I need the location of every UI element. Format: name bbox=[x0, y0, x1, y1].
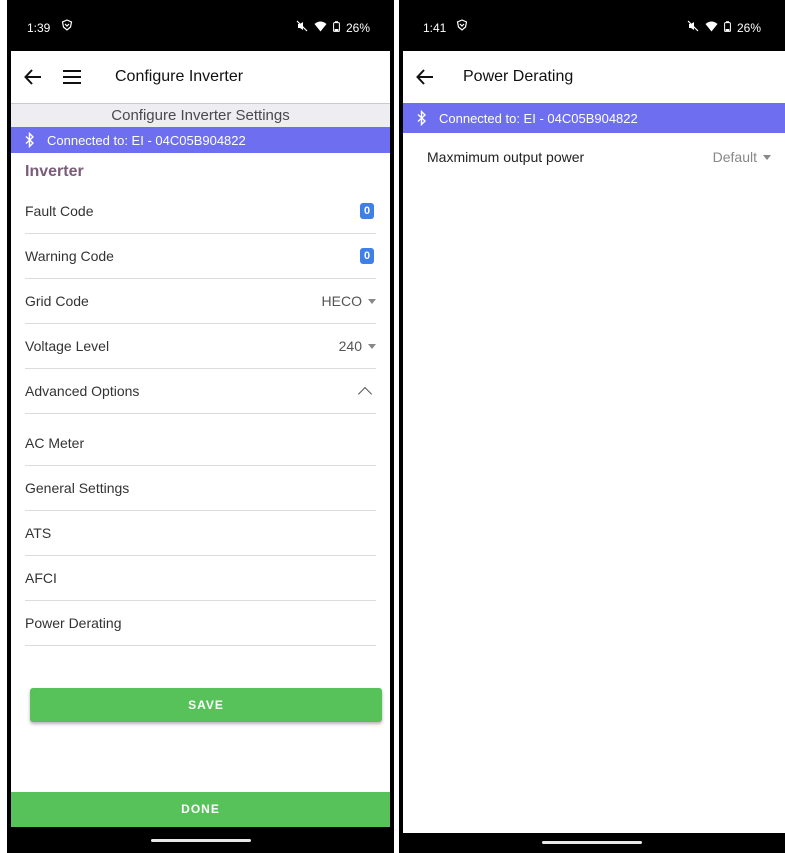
vpn-icon bbox=[61, 19, 73, 34]
dropdown-caret-icon bbox=[763, 154, 771, 160]
bluetooth-icon bbox=[417, 110, 427, 126]
max-output-power-row[interactable]: Maxmimum output power Default bbox=[427, 133, 771, 181]
advanced-options-row[interactable]: Advanced Options bbox=[25, 369, 376, 414]
save-button[interactable]: SAVE bbox=[30, 688, 382, 722]
grid-code-value: HECO bbox=[321, 293, 362, 309]
section-title-inverter: Inverter bbox=[25, 163, 84, 180]
option-ac-meter[interactable]: AC Meter bbox=[25, 414, 376, 466]
fault-code-badge: 0 bbox=[360, 203, 374, 219]
battery-icon bbox=[724, 20, 731, 35]
warning-code-row: Warning Code 0 bbox=[25, 234, 376, 279]
mute-icon bbox=[296, 20, 308, 35]
grid-code-label: Grid Code bbox=[25, 293, 89, 309]
app-bar: Power Derating bbox=[403, 51, 785, 103]
voltage-level-select[interactable]: 240 bbox=[339, 338, 376, 354]
right-phone-screen: 1:41 26% Power Derating Connected to: EI… bbox=[399, 0, 785, 853]
grid-code-row[interactable]: Grid Code HECO bbox=[25, 279, 376, 324]
mute-icon bbox=[687, 20, 699, 35]
configure-inverter-screen: Configure Inverter Configure Inverter Se… bbox=[11, 51, 390, 827]
advanced-options-label: Advanced Options bbox=[25, 383, 140, 399]
voltage-level-row[interactable]: Voltage Level 240 bbox=[25, 324, 376, 369]
wifi-icon bbox=[705, 21, 718, 35]
vpn-icon bbox=[456, 19, 468, 34]
option-power-derating[interactable]: Power Derating bbox=[25, 601, 376, 646]
home-handle[interactable] bbox=[542, 841, 642, 844]
voltage-level-value: 240 bbox=[338, 338, 362, 354]
status-time: 1:41 bbox=[423, 21, 447, 35]
option-label: AFCI bbox=[25, 570, 57, 586]
gesture-navigation-bar bbox=[399, 833, 785, 853]
max-output-power-label: Maxmimum output power bbox=[427, 149, 585, 165]
wifi-icon bbox=[314, 21, 327, 35]
option-afci[interactable]: AFCI bbox=[25, 556, 376, 601]
grid-code-select[interactable]: HECO bbox=[322, 293, 376, 309]
warning-code-badge: 0 bbox=[360, 248, 374, 264]
hamburger-menu-icon[interactable] bbox=[63, 70, 87, 84]
option-label: AC Meter bbox=[25, 435, 85, 451]
status-icons: 26% bbox=[687, 20, 761, 35]
app-bar: Configure Inverter bbox=[11, 51, 390, 103]
option-general-settings[interactable]: General Settings bbox=[25, 466, 376, 511]
chevron-up-icon[interactable] bbox=[357, 386, 373, 402]
done-button[interactable]: DONE bbox=[11, 792, 390, 827]
dropdown-caret-icon bbox=[368, 343, 376, 349]
battery-icon bbox=[333, 20, 340, 35]
status-time: 1:39 bbox=[27, 21, 51, 35]
option-label: Power Derating bbox=[25, 615, 122, 631]
status-icons: 26% bbox=[296, 20, 370, 35]
max-output-power-value: Default bbox=[712, 149, 757, 165]
status-bar: 1:41 26% bbox=[399, 0, 785, 51]
home-handle[interactable] bbox=[150, 839, 251, 842]
option-label: ATS bbox=[25, 525, 52, 541]
option-label: General Settings bbox=[25, 480, 130, 496]
fault-code-row: Fault Code 0 bbox=[25, 189, 376, 234]
fault-code-label: Fault Code bbox=[25, 203, 94, 219]
voltage-level-label: Voltage Level bbox=[25, 338, 110, 354]
bluetooth-icon bbox=[25, 132, 35, 148]
battery-percent: 26% bbox=[736, 20, 761, 35]
page-title: Power Derating bbox=[463, 68, 574, 85]
max-output-power-select[interactable]: Default bbox=[713, 149, 771, 165]
connection-status-bar: Connected to: EI - 04C05B904822 bbox=[11, 127, 390, 153]
connection-status-bar: Connected to: EI - 04C05B904822 bbox=[403, 103, 785, 133]
settings-subtitle: Configure Inverter Settings bbox=[11, 103, 390, 127]
dropdown-caret-icon bbox=[368, 298, 376, 304]
warning-code-label: Warning Code bbox=[25, 248, 114, 264]
connection-status-text: Connected to: EI - 04C05B904822 bbox=[47, 132, 246, 148]
back-arrow-icon[interactable] bbox=[21, 65, 45, 89]
status-bar: 1:39 26% bbox=[7, 0, 394, 51]
option-ats[interactable]: ATS bbox=[25, 511, 376, 556]
left-phone-screen: 1:39 26% Configure Inverter Configure In… bbox=[7, 0, 394, 853]
back-arrow-icon[interactable] bbox=[413, 65, 437, 89]
power-derating-screen: Power Derating Connected to: EI - 04C05B… bbox=[403, 51, 785, 833]
connection-status-text: Connected to: EI - 04C05B904822 bbox=[439, 110, 638, 126]
page-title: Configure Inverter bbox=[115, 68, 244, 85]
battery-percent: 26% bbox=[345, 20, 370, 35]
gesture-navigation-bar bbox=[7, 827, 394, 853]
